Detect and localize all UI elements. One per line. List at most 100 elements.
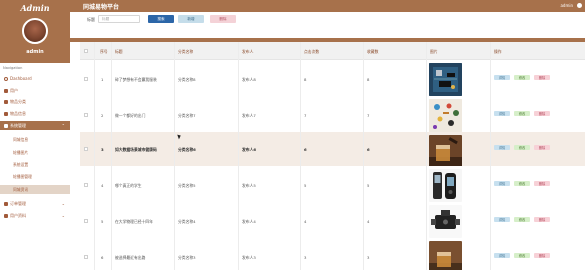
edit-button[interactable]: 修改 (514, 111, 530, 116)
row-checkbox[interactable] (84, 255, 88, 259)
select-all-checkbox[interactable] (84, 49, 88, 53)
system-icon (4, 123, 8, 128)
row-checkbox[interactable] (84, 113, 88, 117)
cell-favs: 8 (367, 77, 370, 82)
detail-button[interactable]: 详情 (494, 253, 510, 258)
cell-no: 6 (101, 255, 104, 260)
logout-icon[interactable] (577, 3, 582, 8)
cell-publisher: 发布人7 (242, 113, 256, 118)
th-actions: 操作 (494, 49, 502, 54)
column-divider (490, 42, 491, 270)
detail-button[interactable]: 详情 (494, 145, 510, 150)
table-row: 6 被选择最近有出路 分类名称3 发布人3 3 3 详情 修改 删除 (80, 238, 585, 270)
cell-title: 做一个都好的出门 (115, 113, 146, 118)
glucose-meter-image (429, 169, 462, 202)
cell-title: 被选择最近有出路 (115, 255, 146, 260)
add-button[interactable]: 新增 (178, 15, 204, 23)
th-publisher: 发布人 (242, 49, 254, 54)
delete-button[interactable]: 删除 (534, 75, 550, 80)
sidebar-subitem-4[interactable]: 轮播图管理 (0, 172, 70, 181)
chevron-up-icon: ⌃ (61, 123, 65, 128)
row-checkbox[interactable] (84, 219, 88, 223)
cell-favs: 4 (367, 219, 370, 224)
table-row: 2 做一个都好的出门 分类名称7 发布人7 7 7 详情 修改 删除 (80, 96, 585, 136)
column-divider (111, 42, 112, 270)
sidebar-item-orders[interactable]: 订单管理 ⌄ (0, 199, 70, 208)
cell-category: 分类名称3 (178, 255, 196, 260)
batch-delete-button[interactable]: 删除 (210, 15, 236, 23)
row-checkbox[interactable] (84, 147, 88, 151)
item-image (429, 169, 462, 202)
delete-button[interactable]: 删除 (534, 111, 550, 116)
cell-favs: 3 (367, 255, 370, 260)
search-button[interactable]: 搜索 (148, 15, 174, 23)
cell-favs: 6 (367, 147, 370, 152)
cell-clicks: 4 (304, 219, 307, 224)
detail-button[interactable]: 详情 (494, 217, 510, 222)
sidebar-subitem-2[interactable]: 轮播图片 (0, 148, 70, 157)
brand-logo: Admin (20, 3, 50, 13)
edit-button[interactable]: 修改 (514, 75, 530, 80)
cell-no: 5 (101, 219, 104, 224)
detail-button[interactable]: 详情 (494, 75, 510, 80)
top-header: 同城易物平台 admin (70, 0, 585, 12)
column-divider (174, 42, 175, 270)
search-label: 标题 (87, 17, 95, 22)
cell-clicks: 3 (304, 255, 307, 260)
cell-category: 分类名称7 (178, 113, 196, 118)
cell-category: 分类名称5 (178, 183, 196, 188)
profile-icon (4, 213, 8, 218)
cell-no: 3 (101, 147, 104, 152)
sidebar-item-users[interactable]: 用户 (0, 86, 70, 95)
detail-button[interactable]: 详情 (494, 111, 510, 116)
cell-clicks: 8 (304, 77, 307, 82)
table-row: 1 碎了梦想有不会赢我服装 分类名称8 发布人8 8 8 详情 修改 删除 (80, 60, 585, 100)
detail-button[interactable]: 详情 (494, 181, 510, 186)
search-input[interactable]: 标题 (98, 15, 140, 23)
item-image (429, 99, 462, 132)
edit-button[interactable]: 修改 (514, 181, 530, 186)
sidebar-item-goods[interactable]: 物品信息 (0, 109, 70, 118)
th-category: 分类名称 (178, 49, 194, 54)
sidebar-subitem-1[interactable]: 同城信息 (0, 135, 70, 144)
cell-publisher: 发布人4 (242, 219, 256, 224)
avatar[interactable] (22, 18, 48, 44)
cell-title: 碎了梦想有不会赢我服装 (115, 77, 157, 82)
th-favs: 收藏数 (367, 49, 379, 54)
sidebar-item-label: 物品分类 (10, 98, 26, 104)
sidebar-item-category[interactable]: 物品分类 (0, 97, 70, 106)
admin-name: admin (26, 49, 44, 55)
th-clicks: 点击次数 (304, 49, 320, 54)
data-table: 序号 标题 分类名称 发布人 点击次数 收藏数 图片 操作 1 碎了梦想有不会赢… (80, 42, 585, 270)
delete-button[interactable]: 删除 (534, 253, 550, 258)
edit-button[interactable]: 修改 (514, 253, 530, 258)
cell-publisher: 发布人5 (242, 183, 256, 188)
sidebar-item-label: 订单管理 (10, 200, 26, 206)
cell-clicks: 7 (304, 113, 307, 118)
electronic-components-image (429, 99, 462, 132)
edit-button[interactable]: 修改 (514, 145, 530, 150)
sidebar-subitem-3[interactable]: 系统设置 (0, 160, 70, 169)
cell-category: 分类名称6 (178, 147, 196, 152)
sidebar-item-dashboard[interactable]: Dashboard (0, 74, 70, 83)
sidebar-item-system[interactable]: 系统管理 ⌃ (0, 121, 70, 130)
item-image (429, 135, 462, 168)
sidebar-item-label: 用户资料 (10, 212, 26, 218)
delete-button[interactable]: 删除 (534, 145, 550, 150)
sidebar-profile-panel: Admin admin (0, 0, 70, 63)
delete-button[interactable]: 删除 (534, 181, 550, 186)
edit-button[interactable]: 修改 (514, 217, 530, 222)
delete-button[interactable]: 删除 (534, 217, 550, 222)
sidebar-item-profile[interactable]: 用户资料 ⌄ (0, 211, 70, 220)
search-bar: 标题 标题 搜索 新增 删除 (70, 12, 585, 38)
category-icon (4, 99, 8, 104)
row-checkbox[interactable] (84, 77, 88, 81)
row-checkbox[interactable] (84, 183, 88, 187)
cell-no: 4 (101, 183, 104, 188)
cell-publisher: 发布人8 (242, 77, 256, 82)
page-title: 同城易物平台 (83, 4, 120, 11)
item-image (429, 63, 462, 96)
header-username[interactable]: admin (560, 3, 573, 8)
sidebar-subitem-5[interactable]: 同城资讯 (0, 185, 70, 194)
sidebar: Admin admin Navigation Dashboard 用户 物品分类… (0, 0, 70, 270)
